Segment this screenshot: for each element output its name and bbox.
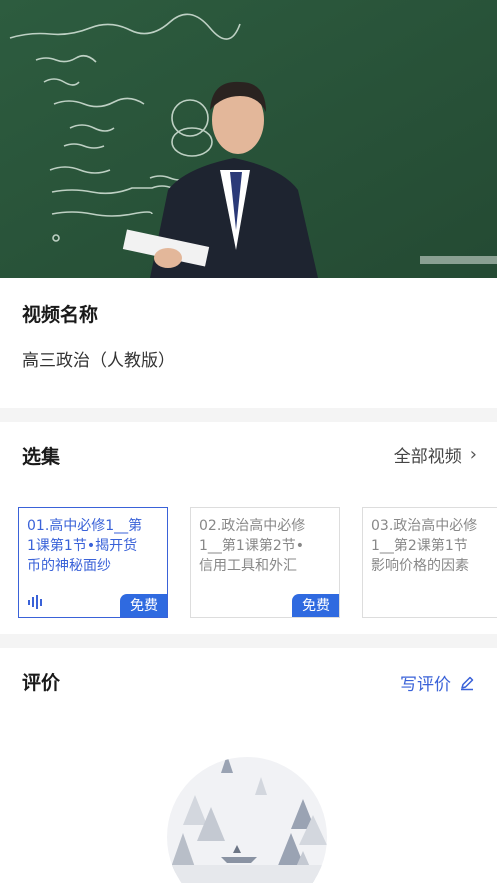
empty-reviews-illustration-icon <box>167 757 327 883</box>
review-title: 评价 <box>22 672 61 694</box>
episode-title-line: 1__第2课第1节 <box>371 538 468 554</box>
episode-list[interactable]: 01.高中必修1__第 1课第1节•揭开货 币的神秘面纱 免费 02.政治高中必… <box>18 507 497 619</box>
episodes-section: 选集 全部视频 › 01.高中必修1__第 1课第1节•揭开货 币的神秘面纱 免… <box>0 422 497 634</box>
episode-title: 01.高中必修1__第 1课第1节•揭开货 币的神秘面纱 <box>27 516 161 576</box>
pencil-icon <box>461 676 474 690</box>
episode-title: 03.政治高中必修 1__第2课第1节 影响价格的因素 <box>371 516 497 576</box>
episode-title-line: 1课第1节•揭开货 <box>27 538 138 554</box>
video-name-label: 视频名称 <box>22 304 99 326</box>
all-videos-link[interactable]: 全部视频 › <box>394 442 477 467</box>
write-review-label: 写评价 <box>400 675 451 695</box>
free-badge: 免费 <box>120 594 167 617</box>
episode-card[interactable]: 03.政治高中必修 1__第2课第1节 影响价格的因素 <box>362 507 497 618</box>
all-videos-label: 全部视频 <box>393 447 462 467</box>
episode-title-line: 01.高中必修1__第 <box>27 518 143 534</box>
episode-card[interactable]: 02.政治高中必修 1__第1课第2节• 信用工具和外汇 免费 <box>190 507 340 618</box>
episode-card[interactable]: 01.高中必修1__第 1课第1节•揭开货 币的神秘面纱 免费 <box>18 507 168 618</box>
episode-title-line: 信用工具和外汇 <box>199 558 297 574</box>
review-section: 评价 写评价 <box>0 648 497 883</box>
episode-title: 02.政治高中必修 1__第1课第2节• 信用工具和外汇 <box>199 516 333 576</box>
write-review-button[interactable]: 写评价 <box>400 670 475 695</box>
playing-audio-wave-icon <box>28 595 42 609</box>
chevron-right-icon: › <box>469 444 477 465</box>
video-info-section: 视频名称 高三政治（人教版） <box>0 278 497 408</box>
episodes-title: 选集 <box>22 446 61 468</box>
episode-title-line: 1__第1课第2节• <box>199 538 304 554</box>
video-name-value: 高三政治（人教版） <box>22 351 175 371</box>
video-thumbnail <box>0 0 497 278</box>
episode-title-line: 03.政治高中必修 <box>371 518 478 534</box>
free-badge: 免费 <box>292 594 339 617</box>
episode-title-line: 币的神秘面纱 <box>27 558 111 574</box>
episode-title-line: 02.政治高中必修 <box>199 518 306 534</box>
episode-title-line: 影响价格的因素 <box>371 558 469 574</box>
video-player[interactable] <box>0 0 497 278</box>
